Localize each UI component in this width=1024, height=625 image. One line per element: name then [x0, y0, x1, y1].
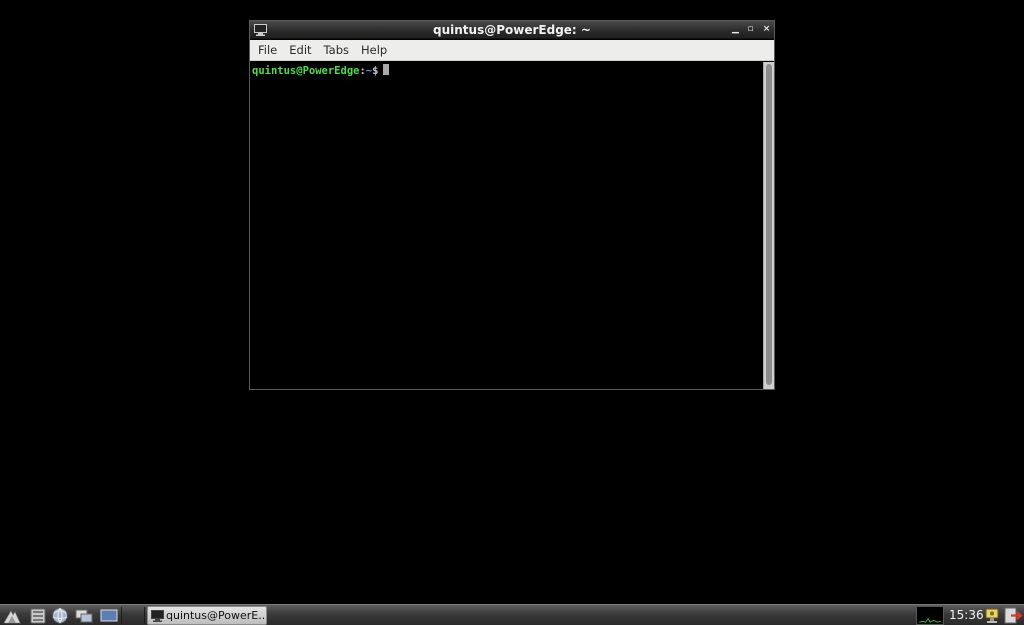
maximize-button[interactable]: ▫ [744, 23, 757, 36]
show-desktop-icon[interactable] [99, 606, 119, 625]
minimize-button[interactable]: ▁ [729, 23, 742, 36]
clock[interactable]: 15:36 [949, 605, 984, 625]
cpu-monitor-icon[interactable] [916, 606, 944, 625]
web-browser-icon[interactable] [50, 606, 70, 625]
logout-icon[interactable] [1003, 606, 1023, 625]
terminal-output[interactable]: quintus@PowerEdge:~$ [250, 62, 763, 389]
menu-file[interactable]: File [253, 40, 282, 61]
taskbar-task-terminal[interactable]: quintus@PowerE... [147, 606, 267, 625]
terminal-icon [151, 610, 164, 622]
shell-prompt: quintus@PowerEdge:~$ [252, 64, 390, 78]
network-icon[interactable] [982, 606, 1002, 625]
terminal-window[interactable]: quintus@PowerEdge: ~ ▁ ▫ × File Edit Tab… [249, 20, 775, 390]
menu-help[interactable]: Help [356, 40, 392, 61]
menu-edit[interactable]: Edit [284, 40, 316, 61]
task-label: quintus@PowerE... [166, 609, 266, 622]
prompt-user: quintus@PowerEdge [252, 65, 360, 77]
close-button[interactable]: × [760, 23, 773, 36]
prompt-symbol: $ [372, 65, 379, 77]
menu-bar: File Edit Tabs Help [250, 40, 774, 61]
taskbar-separator [121, 607, 122, 624]
menu-tabs[interactable]: Tabs [319, 40, 354, 61]
vertical-scrollbar[interactable] [763, 62, 774, 389]
taskbar: quintus@PowerE... 15:36 [0, 604, 1024, 625]
window-switcher-icon[interactable] [74, 606, 94, 625]
taskbar-separator [144, 607, 145, 624]
title-bar[interactable]: quintus@PowerEdge: ~ ▁ ▫ × [250, 21, 774, 39]
window-title: quintus@PowerEdge: ~ [433, 23, 591, 37]
text-cursor [383, 64, 390, 75]
scrollbar-thumb[interactable] [766, 64, 772, 385]
menu-icon[interactable] [2, 606, 22, 625]
file-manager-icon[interactable] [28, 606, 48, 625]
